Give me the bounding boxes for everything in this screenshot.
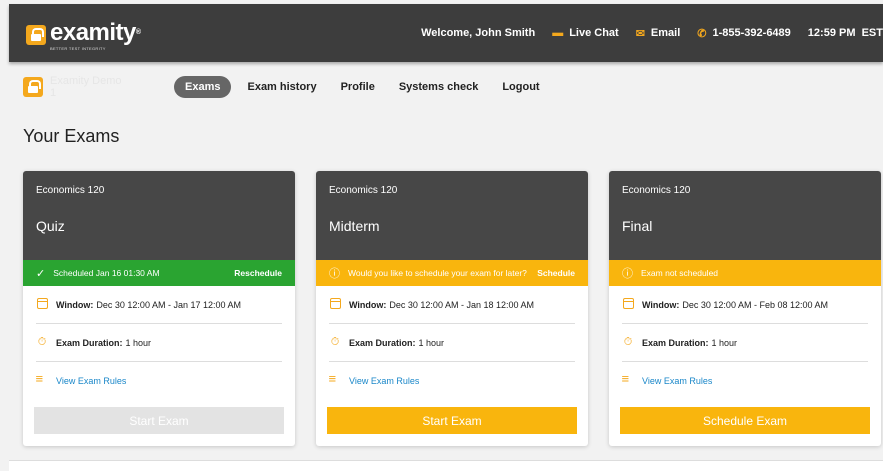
window-label: Window: [349,299,387,310]
duration-row: ⏱ Exam Duration: 1 hour [36,324,282,362]
window-label: Window: [56,299,94,310]
nav-exams[interactable]: Exams [174,76,232,98]
card-header: Economics 120 Quiz [23,171,295,260]
list-icon [329,371,341,387]
nav-systems-check[interactable]: Systems check [399,81,479,93]
status-bar: ✓ Scheduled Jan 16 01:30 AM Reschedule [23,260,295,286]
exam-name: Final [622,218,653,234]
info-icon: ⓘ [329,268,340,280]
list-icon [622,371,634,387]
duration-value: 1 hour [418,337,445,348]
window-value: Dec 30 12:00 AM - Jan 18 12:00 AM [389,299,534,310]
main-nav: Examity Demo 1 Exams Exam history Profil… [9,66,883,108]
exam-card-quiz: Economics 120 Quiz ✓ Scheduled Jan 16 01… [23,171,295,446]
reschedule-link[interactable]: Reschedule [234,268,282,278]
rules-link-text: View Exam Rules [56,376,127,386]
course-name: Economics 120 [36,185,105,196]
stopwatch-icon: ⏱ [330,336,340,348]
phone-icon: ✆ [697,27,707,40]
nav-profile[interactable]: Profile [341,81,375,93]
stopwatch-icon: ⏱ [623,336,633,348]
status-text: Would you like to schedule your exam for… [348,268,527,278]
current-time: 12:59 PM EST [807,27,883,39]
checkmark-icon: ✓ [36,267,46,280]
start-exam-button[interactable]: Start Exam [327,407,577,434]
status-bar: ⓘ Would you like to schedule your exam f… [316,260,588,286]
top-bar: examity® BETTER TEST INTEGRITY Welcome, … [9,4,883,62]
course-name: Economics 120 [329,185,398,196]
info-icon: ⓘ [622,268,633,280]
chat-icon: ▬ [552,27,564,39]
status-text: Exam not scheduled [641,268,719,278]
email-link[interactable]: ✉ Email [636,27,681,40]
window-row: Window: Dec 30 12:00 AM - Jan 17 12:00 AM [36,286,282,324]
schedule-link[interactable]: Schedule [537,268,575,278]
window-row: Window: Dec 30 12:00 AM - Jan 18 12:00 AM [329,286,575,324]
nav-brand: Examity Demo 1 [50,75,122,99]
nav-logout[interactable]: Logout [502,81,539,93]
stopwatch-icon: ⏱ [37,336,47,348]
nav-exam-history[interactable]: Exam history [247,81,316,93]
duration-row: ⏱ Exam Duration: 1 hour [329,324,575,362]
logo-text: examity® [50,19,141,46]
header-right: Welcome, John Smith ▬ Live Chat ✉ Email ✆ 1… [404,27,883,40]
schedule-exam-button[interactable]: Schedule Exam [620,407,870,434]
duration-label: Exam Duration: [56,337,123,348]
view-exam-rules-link[interactable]: View Exam Rules [36,362,282,400]
calendar-icon [329,297,341,312]
card-header: Economics 120 Midterm [316,171,588,260]
page-title: Your Exams [23,126,120,146]
window-label: Window: [642,299,680,310]
list-icon [36,371,48,387]
live-chat-link[interactable]: ▬ Live Chat [552,27,619,39]
welcome-text: Welcome, John Smith [421,27,536,39]
card-header: Economics 120 Final [609,171,881,260]
lock-icon [26,25,46,45]
examity-logo[interactable]: examity® BETTER TEST INTEGRITY [26,19,141,51]
calendar-icon [36,297,48,312]
status-bar: ⓘ Exam not scheduled [609,260,881,286]
status-text: Scheduled Jan 16 01:30 AM [53,268,160,278]
window-row: Window: Dec 30 12:00 AM - Feb 08 12:00 AM [622,286,868,324]
window-value: Dec 30 12:00 AM - Jan 17 12:00 AM [96,299,241,310]
exam-card-midterm: Economics 120 Midterm ⓘ Would you like t… [316,171,588,446]
footer-edge [9,460,883,471]
duration-label: Exam Duration: [642,337,709,348]
envelope-icon: ✉ [635,27,645,40]
rules-link-text: View Exam Rules [349,376,420,386]
duration-label: Exam Duration: [349,337,416,348]
view-exam-rules-link[interactable]: View Exam Rules [329,362,575,400]
calendar-icon [622,297,634,312]
lock-icon [23,77,43,97]
exam-card-final: Economics 120 Final ⓘ Exam not scheduled… [609,171,881,446]
duration-row: ⏱ Exam Duration: 1 hour [622,324,868,362]
rules-link-text: View Exam Rules [642,376,713,386]
exam-name: Midterm [329,218,380,234]
exam-name: Quiz [36,218,65,234]
duration-value: 1 hour [711,337,738,348]
course-name: Economics 120 [622,185,691,196]
view-exam-rules-link[interactable]: View Exam Rules [622,362,868,400]
start-exam-button[interactable]: Start Exam [34,407,284,434]
logo-tagline: BETTER TEST INTEGRITY [50,46,106,51]
duration-value: 1 hour [125,337,152,348]
window-value: Dec 30 12:00 AM - Feb 08 12:00 AM [682,299,828,310]
phone-number[interactable]: ✆ 1-855-392-6489 [697,27,791,40]
